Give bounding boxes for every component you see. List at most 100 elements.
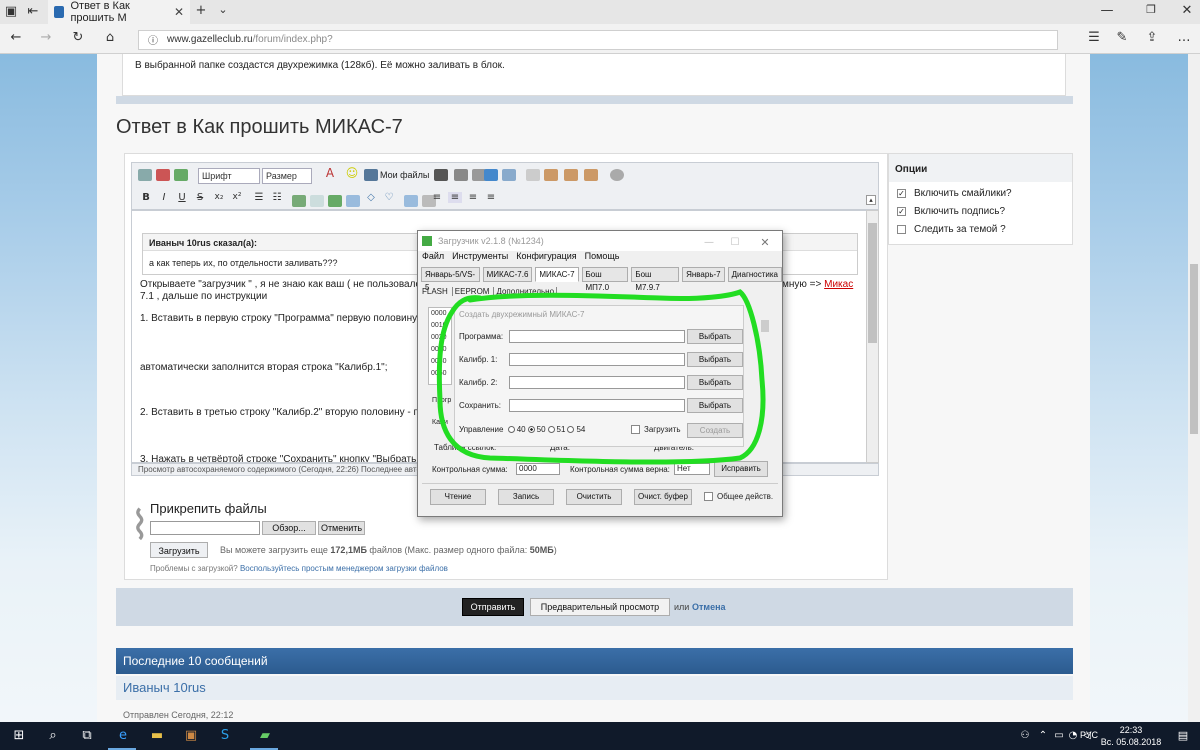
last-post-author[interactable]: Иваныч 10rus [116,676,1073,700]
redo-icon[interactable] [502,169,516,181]
align-center-icon[interactable]: ≡ [448,192,462,203]
panel-scroll-thumb[interactable] [761,320,769,332]
notifications-icon[interactable]: ▤ [1168,722,1198,750]
hr-icon[interactable] [454,169,468,181]
align-left-icon[interactable]: ≡ [430,192,444,203]
preview-button[interactable]: Предварительный просмотр [530,598,670,616]
signature-checkbox[interactable]: ✓ [897,207,906,216]
tab-list-chevron-icon[interactable]: ⌄ [216,3,230,16]
spellcheck-icon[interactable] [610,169,624,181]
tab-bosch-m797[interactable]: Бош М7.9.7 [631,267,680,292]
clear-button[interactable]: Очистить [566,489,622,505]
restore-icon[interactable]: ❐ [1144,3,1158,16]
search-icon[interactable]: ⌕ [38,722,68,750]
eraser-icon[interactable] [156,169,170,181]
template-icon[interactable] [174,169,188,181]
task-view-icon[interactable]: ⧉ [72,722,102,750]
language-indicator[interactable]: РУС [1080,730,1098,740]
choose-calib1-button[interactable]: Выбрать [687,352,743,367]
back-icon[interactable]: ← [8,30,24,45]
align-right-icon[interactable]: ≡ [466,192,480,203]
bold-icon[interactable]: B [140,192,152,203]
unlink-icon[interactable] [310,195,324,207]
explorer-icon[interactable]: ▬ [142,722,172,750]
tab-diagnostics[interactable]: Диагностика [727,267,782,282]
cut-icon[interactable] [526,169,540,181]
justify-icon[interactable]: ≡ [484,192,498,203]
send-button[interactable]: Отправить [462,598,524,616]
new-tab-icon[interactable]: + [194,3,208,18]
radio-51[interactable] [547,426,555,433]
cancel-link[interactable]: Отмена [692,602,726,612]
browser-tab[interactable]: Ответ в Как прошить М ✕ [48,0,190,24]
option-subscribe[interactable]: Следить за темой ? [897,224,1006,235]
size-select[interactable]: Размер [262,168,312,184]
page-scrollbar[interactable] [1188,54,1200,722]
web-note-icon[interactable]: ✎ [1114,30,1130,45]
body-link[interactable]: Микас [824,279,853,290]
underline-icon[interactable]: U [176,192,188,203]
page-scroll-thumb[interactable] [1190,264,1198,434]
source-icon[interactable] [138,169,152,181]
indent-icon[interactable] [404,195,418,207]
undo-icon[interactable] [484,169,498,181]
close-window-icon[interactable]: ✕ [1180,3,1194,18]
dialog-minimize-icon[interactable]: — [702,233,716,253]
tab-mikas7[interactable]: МИКАС-7 [535,267,579,282]
program-field[interactable] [509,330,685,343]
file-path-field[interactable] [150,521,260,535]
my-files-label[interactable]: Мои файлы [380,170,429,180]
menu-tools[interactable]: Инструменты [452,251,508,265]
option-signature[interactable]: ✓ Включить подпись? [897,206,1005,217]
tab-mikas76[interactable]: МИКАС-7.6 [482,267,533,282]
clock[interactable]: 22:33 Вс. 05.08.2018 [1100,724,1162,748]
loader-app-icon[interactable]: ▰ [250,722,280,750]
clear-buffer-button[interactable]: Очист. буфер [634,489,692,505]
home-icon[interactable]: ⌂ [102,30,118,45]
table-icon[interactable] [434,169,448,181]
common-actions-checkbox[interactable] [704,492,713,501]
forward-icon[interactable]: → [38,30,54,45]
edge-icon[interactable]: e [108,722,138,750]
editor-scroll-thumb[interactable] [868,223,877,343]
calib2-field[interactable] [509,376,685,389]
code-icon[interactable]: ◇ [364,192,378,203]
cancel-file-button[interactable]: Отменить [318,521,365,535]
paste-text-icon[interactable] [564,169,578,181]
subtab-flash[interactable]: FLASH [422,287,448,296]
strike-icon[interactable]: S [194,192,206,203]
favorites-hub-icon[interactable]: ☰ [1086,30,1102,45]
create-button[interactable]: Создать [687,423,743,438]
hex-view[interactable]: 0000 0010 0020 0030 0040 0050 [428,307,452,385]
number-list-icon[interactable]: ☷ [270,192,284,203]
site-info-icon[interactable]: ⓘ [147,33,159,51]
bullet-list-icon[interactable]: ☰ [252,192,266,203]
quote-icon[interactable]: ♡ [382,192,396,203]
subtab-eeprom[interactable]: EEPROM [451,287,489,296]
email-icon[interactable] [346,195,360,207]
refresh-icon[interactable]: ↻ [70,30,86,45]
read-button[interactable]: Чтение [430,489,486,505]
minimize-icon[interactable]: — [1100,3,1114,18]
close-tab-icon[interactable]: ✕ [174,5,184,19]
more-menu-icon[interactable]: … [1176,30,1192,45]
font-color-icon[interactable]: A [322,166,338,180]
url-field[interactable]: ⓘ www.gazelleclub.ru/forum/index.php? [138,30,1058,50]
save-field[interactable] [509,399,685,412]
subscribe-checkbox[interactable] [897,225,906,234]
tab-january7[interactable]: Январь-7 [682,267,725,282]
tab-preview-icon[interactable]: ▣ [4,4,18,19]
menu-file[interactable]: Файл [422,251,444,265]
radio-54[interactable] [567,426,575,433]
choose-program-button[interactable]: Выбрать [687,329,743,344]
paste-icon[interactable] [544,169,558,181]
browse-button[interactable]: Обзор... [262,521,316,535]
tab-january5[interactable]: Январь-5/VS-5 [421,267,480,292]
smiley-icon[interactable]: ☺ [344,166,360,180]
collapse-toolbar-icon[interactable]: ▴ [866,195,876,205]
link-icon[interactable] [292,195,306,207]
share-icon[interactable]: ⇪ [1144,30,1160,45]
image-icon[interactable] [328,195,342,207]
font-select[interactable]: Шрифт [198,168,260,184]
my-files-icon[interactable] [364,169,378,181]
